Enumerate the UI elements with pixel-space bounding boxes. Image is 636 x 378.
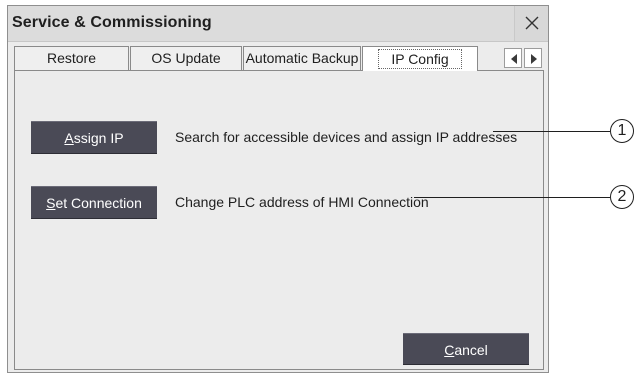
screen: Service & Commissioning Restore OS Updat… [0,0,636,378]
callout-2-marker: 2 [610,185,634,209]
tab-scroll-controls [504,48,542,68]
cancel-label: ancel [454,342,488,358]
window-title: Service & Commissioning [12,14,212,31]
tab-automatic-backup[interactable]: Automatic Backup [243,46,361,70]
tab-ip-config[interactable]: IP Config [362,46,478,71]
assign-ip-description: Search for accessible devices and assign… [175,129,518,145]
tab-label: Restore [46,50,97,66]
arrow-left-icon [511,54,517,64]
callout-2-leader-line [414,197,610,198]
tab-os-update[interactable]: OS Update [130,46,242,70]
cancel-button[interactable]: Cancel [403,333,529,365]
tab-scroll-right-button[interactable] [524,48,542,68]
tab-strip: Restore OS Update Automatic Backup IP Co… [14,46,544,71]
tab-label: OS Update [151,50,221,66]
title-bar: Service & Commissioning [8,6,548,42]
assign-ip-label: ssign IP [73,130,124,146]
service-commissioning-dialog: Service & Commissioning Restore OS Updat… [7,5,549,373]
assign-ip-button[interactable]: Assign IP [31,121,157,154]
tab-label: Automatic Backup [245,50,359,66]
close-icon [525,16,539,30]
set-connection-button[interactable]: Set Connection [31,186,157,219]
set-connection-label: et Connection [55,195,142,211]
tab-restore[interactable]: Restore [14,46,129,70]
callout-1-marker: 1 [610,119,634,143]
cancel-mnemonic: C [444,342,455,358]
assign-ip-mnemonic: A [64,130,74,146]
set-connection-description: Change PLC address of HMI Connection [175,194,429,210]
ip-config-panel: Assign IP Search for accessible devices … [14,70,544,370]
tab-scroll-left-button[interactable] [504,48,522,68]
tab-label: IP Config [378,49,462,69]
arrow-right-icon [531,54,537,64]
close-button[interactable] [514,6,548,41]
callout-1-leader-line [493,131,610,132]
